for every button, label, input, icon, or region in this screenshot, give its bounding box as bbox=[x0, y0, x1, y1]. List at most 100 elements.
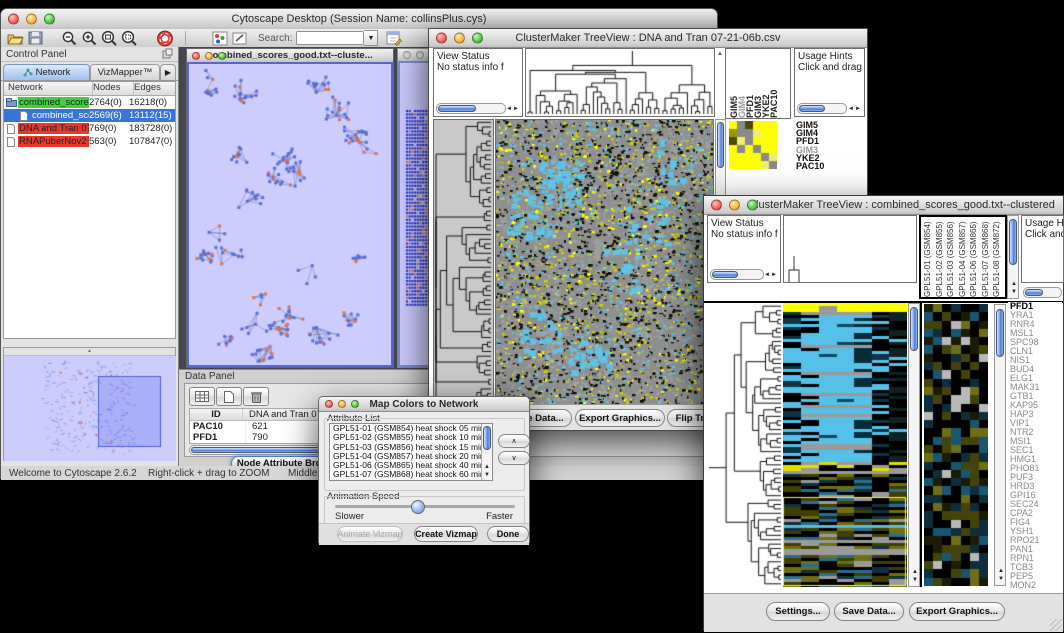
tv1-top-dendrogram[interactable] bbox=[525, 48, 715, 117]
tv1-column-label[interactable]: GIM5 bbox=[729, 49, 737, 118]
tv1-heatmap[interactable] bbox=[495, 119, 714, 411]
scroll-right-icon[interactable]: ► bbox=[771, 272, 777, 278]
help-ring-icon[interactable] bbox=[155, 29, 175, 47]
tv2-column-label[interactable]: GPL51-07 (GSM868) bbox=[981, 217, 993, 297]
speed-slider-track[interactable] bbox=[335, 505, 515, 508]
tv2-zoom-vscrollbar[interactable]: ▲ ▼ bbox=[994, 304, 1006, 586]
map-colors-dialog[interactable]: Map Colors to Network Attribute List GPL… bbox=[318, 396, 530, 543]
speed-slider-thumb[interactable] bbox=[411, 500, 425, 514]
network-view-window[interactable]: combined_scores_good.txt--cluste... bbox=[186, 48, 394, 368]
zoom-button[interactable] bbox=[218, 52, 226, 60]
tv2-column-label[interactable]: GPL51-06 (GSM865) bbox=[969, 217, 981, 297]
overview-canvas[interactable] bbox=[4, 356, 176, 461]
minimize-button[interactable] bbox=[338, 400, 346, 408]
tv1-column-label[interactable]: GIM4 bbox=[737, 49, 745, 118]
zoom-out-icon[interactable] bbox=[59, 29, 79, 47]
tv1-column-labels[interactable]: GIM5GIM4PFD1GIM3YKE2PAC10 bbox=[725, 48, 791, 119]
tv2-row-dendrogram[interactable] bbox=[707, 304, 783, 586]
close-button[interactable] bbox=[403, 51, 411, 59]
create-vizmap-button[interactable]: Create Vizmap bbox=[414, 526, 478, 542]
vizmapper-icon[interactable] bbox=[210, 29, 230, 47]
network-list-row[interactable]: DNA and Tran 07769(0)183728(0) bbox=[4, 122, 175, 135]
tv1-column-label[interactable]: YKE2 bbox=[761, 49, 769, 118]
search-dropdown-arrow[interactable]: ▼ bbox=[364, 30, 378, 46]
attribute-down-button[interactable]: ∨ bbox=[498, 451, 530, 465]
tv2-column-label[interactable]: GPL51-08 (GSM872) bbox=[992, 217, 1004, 297]
annotation-icon[interactable] bbox=[230, 29, 250, 47]
scroll-left-icon[interactable]: ◄ bbox=[506, 106, 512, 112]
tv2-column-label[interactable]: GPL51-04 (GSM857) bbox=[958, 217, 970, 297]
tv2-column-label[interactable]: GPL51-01 (GSM854) bbox=[923, 217, 935, 297]
col-network[interactable]: Network bbox=[4, 82, 93, 95]
scroll-up-icon[interactable]: ▲ bbox=[484, 464, 490, 470]
close-button[interactable] bbox=[711, 200, 722, 211]
tv2-status-scrollbar[interactable] bbox=[710, 269, 764, 280]
attribute-browser-icon[interactable] bbox=[384, 29, 404, 47]
tv1-button-export-graphics[interactable]: Export Graphics... bbox=[575, 409, 665, 427]
tv1-status-scrollbar[interactable] bbox=[436, 103, 506, 114]
zoom-selected-icon[interactable] bbox=[99, 29, 119, 47]
zoom-in-icon[interactable] bbox=[79, 29, 99, 47]
tv2-heatmap-vscrollbar[interactable]: ▲ ▼ bbox=[908, 303, 920, 587]
tv2-column-label[interactable]: GPL51-03 (GSM856) bbox=[946, 217, 958, 297]
tv2-button-export-graphics[interactable]: Export Graphics... bbox=[909, 602, 1005, 621]
minimize-button[interactable] bbox=[454, 33, 465, 44]
tab-vizmapper[interactable]: VizMapper™ bbox=[90, 64, 160, 80]
network-grid-canvas[interactable] bbox=[405, 108, 429, 308]
col-nodes[interactable]: Nodes bbox=[93, 82, 134, 95]
close-button[interactable] bbox=[436, 33, 447, 44]
datapanel-trash-icon[interactable] bbox=[243, 387, 269, 406]
scroll-up-icon[interactable]: ▲ bbox=[1011, 281, 1017, 287]
zoom-button[interactable] bbox=[472, 33, 483, 44]
done-button[interactable]: Done bbox=[487, 526, 529, 542]
tab-overflow-arrow[interactable]: ▶ bbox=[160, 64, 176, 80]
tv1-hints-scrollbar[interactable] bbox=[797, 103, 847, 114]
tv1-column-label[interactable]: PFD1 bbox=[745, 49, 753, 118]
attribute-item[interactable]: GPL51-07 (GSM868) heat shock 60 min bbox=[330, 470, 492, 479]
gene-label[interactable]: MON2 bbox=[1010, 581, 1062, 590]
minimize-button[interactable] bbox=[205, 52, 213, 60]
tv2-button-save-data[interactable]: Save Data... bbox=[834, 602, 904, 621]
tv2-hints-scrollbar[interactable] bbox=[1023, 287, 1062, 298]
tv2-button-settings[interactable]: Settings... bbox=[766, 602, 830, 621]
zoom-button[interactable] bbox=[351, 400, 359, 408]
tv2-top-dendrogram[interactable] bbox=[783, 215, 917, 283]
scroll-down-icon[interactable]: ▼ bbox=[998, 576, 1004, 582]
tv2-gene-list[interactable]: PFD1YRA1RNR4MSL1SPC98CLN1NIS1BUD4ELG1MAK… bbox=[1008, 302, 1062, 590]
attribute-up-button[interactable]: ∧ bbox=[498, 434, 530, 448]
tv1-column-label[interactable]: PAC10 bbox=[769, 49, 777, 118]
zoom-button[interactable] bbox=[747, 200, 758, 211]
network-graph-canvas[interactable] bbox=[189, 64, 391, 365]
scroll-left-icon[interactable]: ◄ bbox=[848, 106, 854, 112]
minimize-button[interactable] bbox=[416, 51, 424, 59]
network-list-row[interactable]: combined_sco2569(6)13112(15) bbox=[4, 109, 175, 122]
open-session-icon[interactable] bbox=[5, 29, 25, 47]
scroll-down-icon[interactable]: ▼ bbox=[912, 577, 918, 583]
attribute-listbox[interactable]: GPL51-01 (GSM854) heat shock 05 minGPL51… bbox=[329, 423, 493, 481]
scroll-right-icon[interactable]: ► bbox=[513, 106, 519, 112]
network-list-row[interactable]: RNAPuberNov2+563(0)107847(0) bbox=[4, 135, 175, 148]
close-button[interactable] bbox=[8, 14, 19, 25]
main-titlebar[interactable]: Cytoscape Desktop (Session Name: collins… bbox=[1, 9, 717, 30]
network-list-row[interactable]: combined_scores2764(0)16218(0) bbox=[4, 96, 175, 109]
close-button[interactable] bbox=[192, 52, 200, 60]
tv2-column-labels[interactable]: GPL51-01 (GSM854)GPL51-02 (GSM855)GPL51-… bbox=[919, 215, 1007, 299]
scroll-down-icon[interactable]: ▼ bbox=[484, 472, 490, 478]
scroll-right-icon[interactable]: ► bbox=[855, 106, 861, 112]
search-input[interactable] bbox=[296, 31, 364, 45]
id-column-header[interactable]: ID bbox=[190, 409, 243, 420]
datapanel-table-icon[interactable] bbox=[189, 387, 215, 406]
tv2-column-label[interactable]: GPL51-02 (GSM855) bbox=[935, 217, 947, 297]
float-panel-icon[interactable] bbox=[162, 48, 173, 62]
tv1-row-labels[interactable]: GIM5GIM4PFD1GIM3YKE2PAC10 bbox=[796, 121, 864, 170]
animate-vizmap-button[interactable]: Animate Vizmap bbox=[337, 526, 403, 542]
tv1-row-dendrogram[interactable] bbox=[433, 119, 494, 411]
minimize-button[interactable] bbox=[26, 14, 37, 25]
datapanel-new-doc-icon[interactable] bbox=[216, 387, 242, 406]
tv2-zoom-heatmap[interactable] bbox=[924, 304, 988, 586]
attribute-list-vscrollbar[interactable]: ▲ ▼ bbox=[481, 424, 492, 480]
scroll-down-icon[interactable]: ▼ bbox=[1011, 289, 1017, 295]
zoom-button[interactable] bbox=[44, 14, 55, 25]
tv1-row-label[interactable]: PAC10 bbox=[796, 162, 864, 170]
tv2-collabel-vscrollbar[interactable]: ▲ ▼ bbox=[1007, 215, 1019, 299]
